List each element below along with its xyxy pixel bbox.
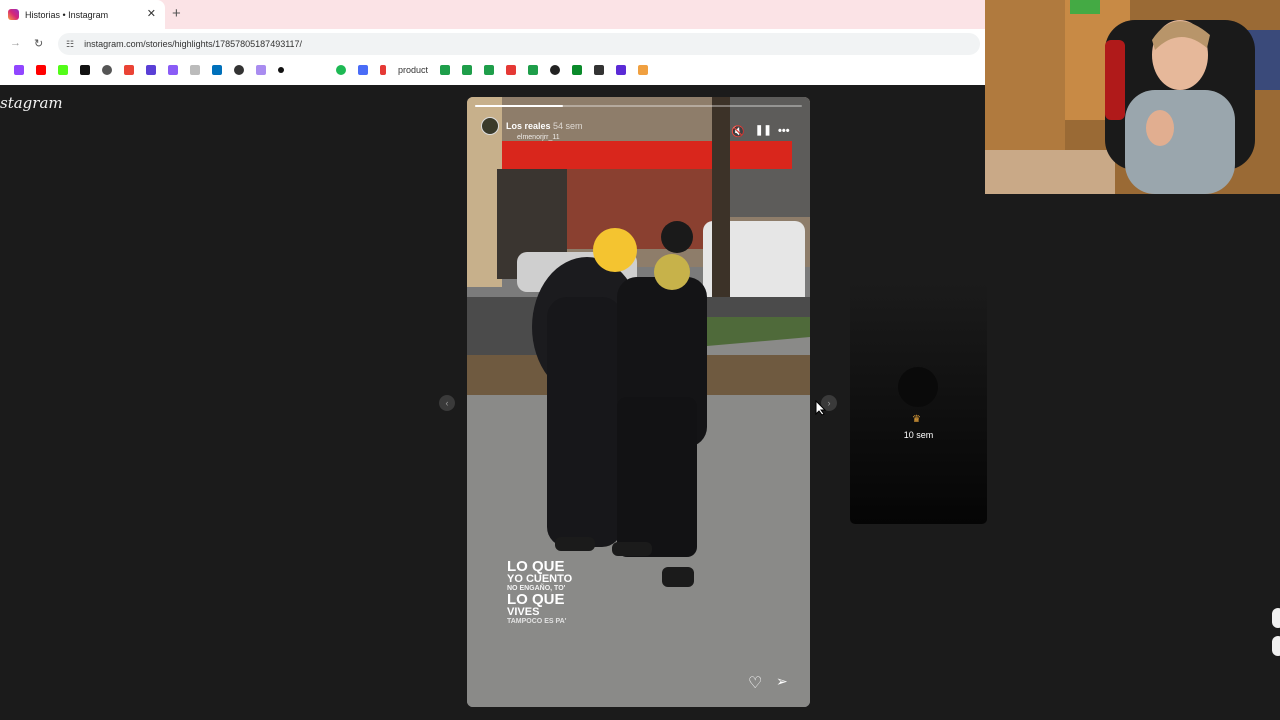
overlay-line: VIVES [507,606,540,618]
bookmark-app-icon[interactable] [594,65,605,75]
sheets-bookmark-icon[interactable] [440,65,451,75]
send-icon[interactable]: ➢ [776,673,788,690]
bookmark-app-icon[interactable] [168,65,178,75]
previous-story-arrow-icon[interactable]: ‹ [439,395,455,411]
c-bookmark-icon[interactable] [506,65,517,75]
sheets-bookmark-icon[interactable] [484,65,495,75]
bookmarks-bar: product [0,59,985,81]
story-viewer[interactable]: Los reales 54 sem elmenorjrr_11 🔇 ❚❚ •••… [467,97,810,707]
tiktok-bookmark-icon[interactable] [80,65,90,75]
story-progress-bar [475,105,802,107]
twitch-bookmark-icon[interactable] [14,65,24,75]
reload-icon[interactable]: ↻ [34,37,43,50]
bookmark-app-icon[interactable] [638,65,649,75]
edge-widget [1272,636,1280,656]
bookmark-app-icon[interactable] [572,65,583,75]
webcam-image [985,0,1280,194]
mouse-cursor-icon [815,400,827,416]
bookmark-product[interactable]: product [398,65,428,75]
youtube-bookmark-icon[interactable] [36,65,46,75]
address-bar[interactable]: ☷ instagram.com/stories/highlights/17857… [58,33,980,55]
c-bookmark-icon[interactable] [380,65,386,75]
story-avatar[interactable] [481,117,499,135]
story-text-overlay: LO QUE YO CUENTO NO ENGAÑO, TO' LO QUE V… [507,559,572,625]
threads-bookmark-icon[interactable] [102,65,112,75]
tab-instagram[interactable]: Historias • Instagram ✕ [0,0,165,29]
url-text[interactable]: instagram.com/stories/highlights/1785780… [84,39,302,49]
story-progress-fill [475,105,564,107]
pause-icon[interactable]: ❚❚ [755,125,772,136]
more-options-icon[interactable]: ••• [778,125,790,137]
close-tab-icon[interactable]: ✕ [147,7,156,20]
tab-strip: Historias • Instagram ✕ + [0,0,985,29]
story-time: 54 sem [553,121,583,131]
browser-chrome: Historias • Instagram ✕ + → ↻ ☷ instagra… [0,0,985,85]
forward-arrow-icon[interactable]: → [10,37,21,49]
next-story-preview[interactable]: ♛ 10 sem [850,282,987,524]
overlay-line: LO QUE [507,591,565,608]
crown-icon: ♛ [912,414,921,425]
screen: Historias • Instagram ✕ + → ↻ ☷ instagra… [0,0,1280,720]
site-settings-icon[interactable]: ☷ [66,39,74,50]
edge-widget [1272,608,1280,628]
bookmark-app-icon[interactable] [190,65,200,75]
overlay-line: YO CUENTO [507,573,573,585]
sheets-bookmark-icon[interactable] [528,65,539,75]
webcam-overlay [985,0,1280,194]
bookmark-app-icon[interactable] [256,65,266,75]
overlay-line: NO ENGAÑO, TO' [507,585,566,592]
overlay-line: TAMPOCO ES PA' [507,618,567,625]
bookmark-app-icon[interactable] [616,65,627,75]
spotify-bookmark-icon[interactable] [336,65,346,75]
next-story-avatar [898,367,938,407]
paypal-bookmark-icon[interactable] [212,65,222,75]
sheets-bookmark-icon[interactable] [462,65,473,75]
play-bookmark-icon[interactable] [358,65,368,75]
bookmark-dot-icon[interactable] [278,67,284,73]
speaker-muted-icon[interactable]: 🔇 [731,125,745,138]
story-music-label[interactable]: elmenorjrr_11 [517,134,560,141]
bookmark-app-icon[interactable] [550,65,561,75]
overlay-line: LO QUE [507,558,565,575]
heart-icon[interactable]: ♡ [748,673,762,693]
instagram-logo[interactable]: stagram [0,94,63,112]
tab-title: Historias • Instagram [25,9,109,20]
gmail-bookmark-icon[interactable] [124,65,134,75]
whatsapp-bookmark-icon[interactable] [234,65,244,75]
bookmark-app-icon[interactable] [146,65,156,75]
new-tab-button[interactable]: + [172,5,181,22]
next-story-time: 10 sem [903,430,934,440]
story-username[interactable]: Los reales [506,121,551,131]
instagram-favicon-icon [8,9,19,20]
kick-bookmark-icon[interactable] [58,65,68,75]
address-bar-row: → ↻ ☷ instagram.com/stories/highlights/1… [0,29,985,59]
